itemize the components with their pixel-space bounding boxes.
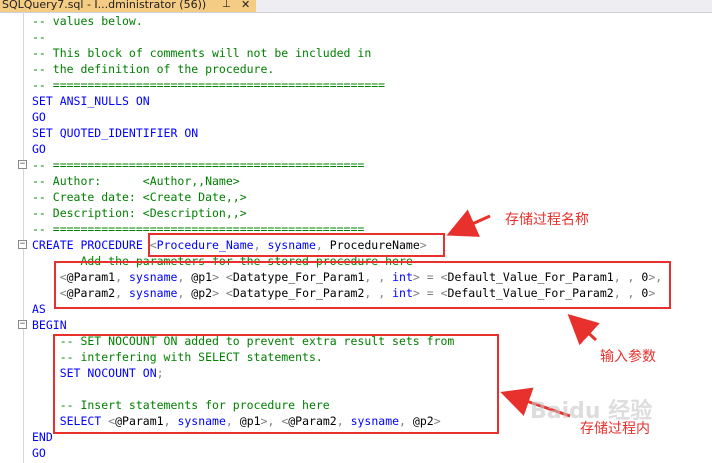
arrow-to-parameters (567, 313, 600, 346)
watermark-logo: Baidu 经验 (530, 399, 653, 424)
procedure-name-label: 存储过程名称 (505, 212, 589, 228)
arrow-to-procedure-name (446, 209, 491, 237)
parameters-label: 输入参数 (600, 349, 656, 365)
